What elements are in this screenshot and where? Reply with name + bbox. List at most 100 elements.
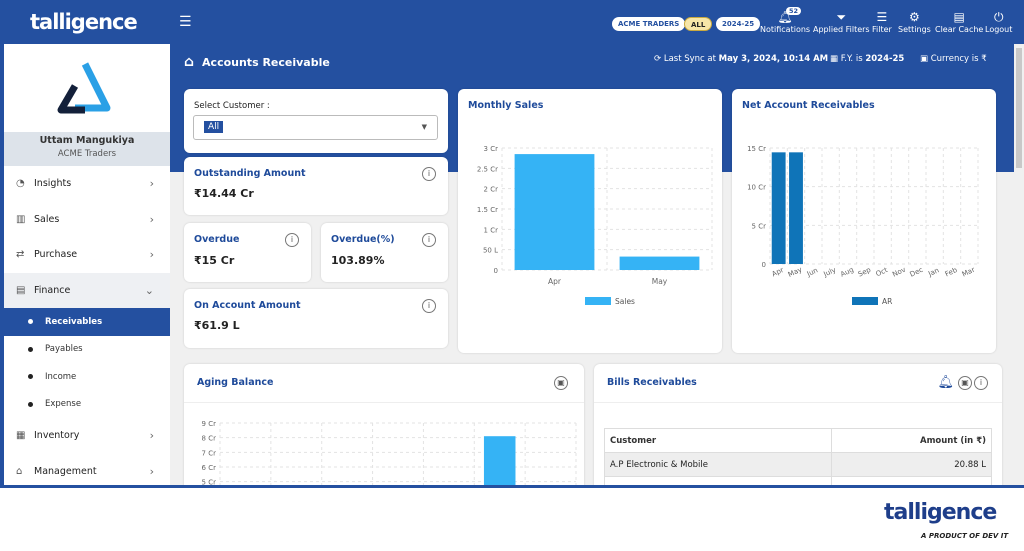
legend-swatch [852, 297, 878, 305]
y-tick-label: 9 Cr [202, 420, 217, 428]
menu-toggle-icon[interactable]: ☰ [179, 14, 193, 30]
settings-button[interactable]: ⚙ Settings [898, 9, 931, 34]
bar [789, 152, 803, 264]
user-company: ACME Traders [57, 149, 117, 159]
sidebar-item-label: Insights [34, 178, 72, 190]
cache-icon: ▤ [953, 10, 965, 24]
subitem-label: Payables [45, 344, 83, 355]
currency-text: Currency is ₹ [930, 54, 987, 64]
filter-button[interactable]: ☰ Filter [872, 9, 892, 34]
sync-prefix: Last Sync at [663, 54, 719, 64]
legend-label: AR [882, 297, 892, 306]
y-tick-label: 1.5 Cr [477, 206, 498, 214]
chevron-right-icon: › [149, 212, 154, 226]
filter-label: Filter [872, 25, 892, 34]
overdue-pct-card: Overdue(%) 103.89% i [321, 223, 448, 282]
x-tick-label: Apr [548, 277, 562, 286]
company-pill[interactable]: ACME TRADERS [612, 17, 686, 31]
info-icon[interactable]: i [974, 376, 988, 390]
y-tick-label: 0 [494, 267, 498, 275]
sidebar-subitem-payables[interactable]: Payables [4, 336, 170, 364]
sliders-icon: ☰ [876, 10, 888, 24]
x-tick-label: July [822, 266, 838, 279]
outstanding-card: Outstanding Amount ₹14.44 Cr i [184, 157, 448, 215]
info-icon[interactable]: i [422, 233, 436, 247]
overdue-value: ₹15 Cr [194, 254, 235, 267]
info-icon[interactable]: i [285, 233, 299, 247]
x-tick-label: Jan [926, 266, 940, 278]
x-tick-label: Jun [805, 266, 819, 278]
column-amount[interactable]: Amount (in ₹) [830, 428, 993, 453]
scrollbar[interactable] [1014, 44, 1024, 485]
sidebar-subitem-expense[interactable]: Expense [4, 391, 170, 419]
card-title: On Account Amount [194, 300, 301, 311]
x-tick-label: Aug [839, 266, 855, 279]
sidebar-subitem-income[interactable]: Income [4, 363, 170, 391]
x-tick-label: May [652, 277, 668, 286]
customer-label: Select Customer : [194, 101, 270, 111]
sidebar-item-management[interactable]: ⌂ Management › [4, 454, 170, 486]
y-tick-label: 7 Cr [202, 449, 217, 457]
chevron-down-icon: ⌄ [144, 283, 154, 297]
inventory-icon: ▦ [16, 430, 26, 442]
sidebar-item-inventory[interactable]: ▦ Inventory › [4, 418, 170, 454]
info-icon[interactable]: i [422, 299, 436, 313]
info-icon[interactable]: i [422, 167, 436, 181]
y-tick-label: 0 [762, 261, 766, 269]
sidebar-item-finance[interactable]: ▤ Finance ⌄ [4, 272, 170, 308]
table-row[interactable]: A.P Electronic & Mobile 20.88 L [604, 452, 993, 477]
table-header: Customer Amount (in ₹) [604, 428, 993, 453]
logout-button[interactable]: ⏻ Logout [985, 9, 1012, 34]
column-customer[interactable]: Customer [604, 428, 832, 453]
card-title: Overdue [194, 234, 240, 245]
legend-label: Sales [615, 297, 635, 306]
customer-select[interactable]: All ▼ [193, 115, 438, 140]
applied-filters-button[interactable]: ⏷ Applied Filters [813, 9, 870, 34]
export-icon[interactable]: ▣ [958, 376, 972, 390]
currency: ▣ Currency is ₹ [920, 54, 987, 64]
logout-label: Logout [985, 25, 1013, 34]
y-tick-label: 3 Cr [484, 145, 499, 153]
bills-receivables-card: Bills Receivables 🔔︎ ▣ i Customer Amount … [594, 364, 1002, 485]
clear-cache-button[interactable]: ▤ Clear Cache [935, 9, 983, 34]
outstanding-value: ₹14.44 Cr [194, 187, 254, 200]
on-account-card: On Account Amount ₹61.9 L i [184, 289, 448, 348]
overdue-card: Overdue ₹15 Cr i [184, 223, 311, 282]
x-tick-label: Mar [961, 266, 976, 279]
sidebar: Uttam Mangukiya ACME Traders ◔ Insights › … [4, 44, 170, 486]
notifications-button[interactable]: 🔔︎ 52 Notifications [760, 7, 811, 34]
funnel-icon: ⏷ [836, 10, 847, 24]
x-tick-label: Dec [909, 266, 925, 279]
y-tick-label: 15 Cr [747, 145, 766, 153]
sync-icon[interactable]: ⟳ [654, 54, 661, 64]
sidebar-item-insights[interactable]: ◔ Insights › [4, 166, 170, 202]
year-pill[interactable]: 2024-25 [716, 17, 761, 31]
app-window: talligence ☰ ACME TRADERS ALL 2024-25 🔔︎… [0, 0, 1024, 488]
y-tick-label: 5 Cr [752, 222, 767, 230]
subitem-label: Receivables [45, 316, 103, 327]
customer-select-card: Select Customer : All ▼ [184, 89, 448, 153]
x-tick-label: Nov [891, 266, 907, 279]
all-pill[interactable]: ALL [684, 17, 713, 31]
aging-balance-chart: 01 Cr2 Cr3 Cr4 Cr5 Cr6 Cr7 Cr8 Cr9 Cr [202, 420, 577, 485]
table-row[interactable] [604, 476, 993, 485]
sidebar-item-purchase[interactable]: ⇄ Purchase › [4, 237, 170, 273]
sidebar-subitem-receivables[interactable]: Receivables [4, 308, 170, 336]
footer-tagline: A PRODUCT OF DEV IT [921, 532, 1009, 540]
notifications-label: Notifications [760, 25, 811, 34]
subitem-label: Income [45, 371, 77, 382]
x-tick-label: May [787, 266, 804, 279]
page-title-text: Accounts Receivable [202, 55, 330, 69]
sales-icon: ▥ [16, 213, 26, 225]
currency-icon: ▣ [920, 54, 929, 64]
sidebar-item-label: Sales [34, 213, 60, 225]
sidebar-item-label: Management [34, 465, 97, 477]
net-ar-card: Net Account Receivables 05 Cr 10 Cr 15 Cr A… [732, 89, 996, 353]
home-icon[interactable]: ⌂ [184, 54, 194, 70]
management-icon: ⌂ [16, 465, 23, 477]
card-title: Overdue(%) [331, 234, 395, 245]
sidebar-item-sales[interactable]: ▥ Sales › [4, 202, 170, 238]
bell-icon[interactable]: 🔔︎ [937, 375, 954, 390]
subitem-label: Expense [45, 399, 82, 410]
settings-label: Settings [898, 25, 931, 34]
